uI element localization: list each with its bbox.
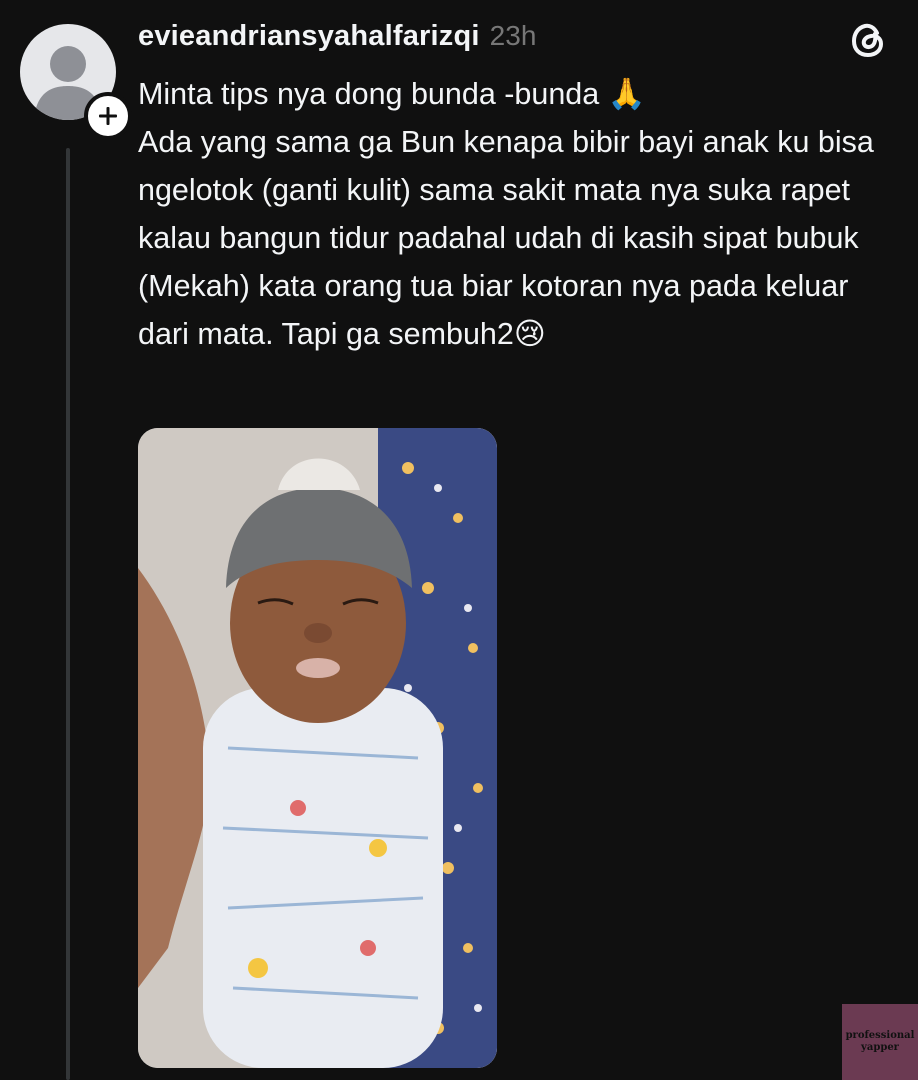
baby-photo-image [138, 428, 497, 1068]
post-photo[interactable] [138, 428, 497, 1068]
follow-button[interactable] [84, 92, 132, 140]
post-body: Minta tips nya dong bunda -bunda 🙏 Ada y… [138, 70, 898, 358]
thread-connector-line [66, 148, 70, 1080]
post-header: evieandriansyahalfarizqi 23h [138, 20, 536, 60]
thread-post: evieandriansyahalfarizqi 23h Minta tips … [0, 0, 918, 1080]
plus-icon [99, 107, 117, 125]
username[interactable]: evieandriansyahalfarizqi [138, 20, 480, 53]
post-body-paragraph: Ada yang sama ga Bun kenapa bibir bayi a… [138, 125, 874, 351]
watermark-line-1: professional [845, 1030, 915, 1041]
avatar-container[interactable] [20, 24, 132, 140]
post-title-line: Minta tips nya dong bunda -bunda 🙏 [138, 77, 646, 111]
watermark-line-2: yapper [861, 1042, 899, 1053]
threads-logo-icon[interactable] [846, 18, 890, 62]
timestamp: 23h [489, 20, 537, 51]
watermark: professional yapper [842, 1004, 918, 1080]
